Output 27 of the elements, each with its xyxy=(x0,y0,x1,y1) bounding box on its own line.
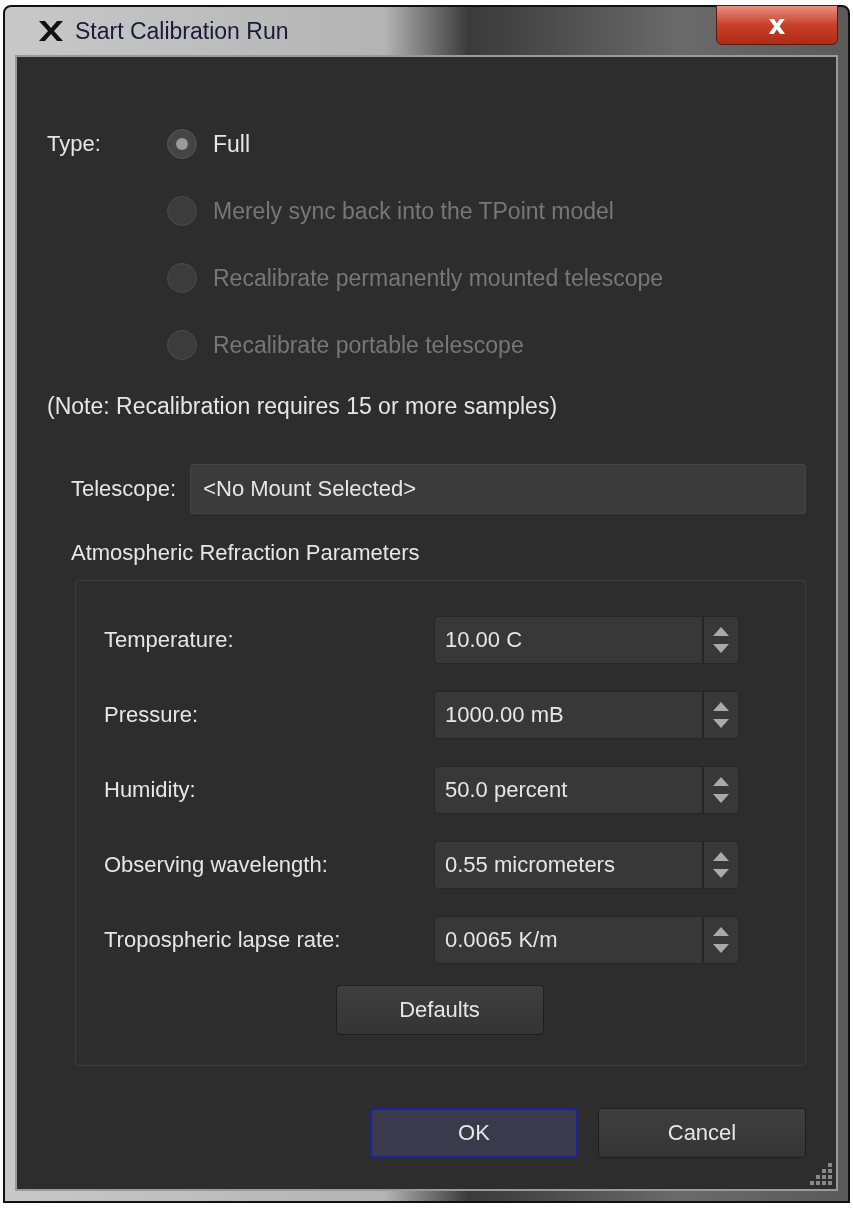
field-label: Humidity: xyxy=(104,777,197,803)
field-label: Pressure: xyxy=(104,702,200,728)
group-title: Atmospheric Refraction Parameters xyxy=(71,540,421,566)
spin-box[interactable]: 1000.00 mB xyxy=(434,691,739,739)
field-label: Temperature: xyxy=(104,627,235,653)
spin-box[interactable]: 0.0065 K/m xyxy=(434,916,739,964)
dialog-button[interactable]: Cancel xyxy=(598,1108,806,1158)
radio-label: Recalibrate permanently mounted telescope xyxy=(213,264,664,292)
telescope-label: Telescope: xyxy=(71,476,177,502)
radio-label: Merely sync back into the TPoint model xyxy=(213,197,614,225)
spin-box[interactable]: 0.55 micrometers xyxy=(434,841,739,889)
radio-button[interactable] xyxy=(167,129,197,159)
radio-label: Recalibrate portable telescope xyxy=(213,331,524,359)
spin-box[interactable]: 50.0 percent xyxy=(434,766,739,814)
field-label: Observing wavelength: xyxy=(104,852,329,878)
x-logo-icon xyxy=(37,20,65,42)
resize-grip-icon[interactable] xyxy=(810,1163,834,1187)
radio-label: Full xyxy=(213,130,251,158)
telescope-field[interactable]: <No Mount Selected> xyxy=(190,464,806,514)
dialog-button[interactable]: OK xyxy=(370,1108,578,1158)
note-text: (Note: Recalibration requires 15 or more samples) xyxy=(47,393,559,420)
spin-box[interactable]: 10.00 C xyxy=(434,616,739,664)
close-button[interactable]: x xyxy=(716,5,838,45)
type-label: Type: xyxy=(47,131,102,157)
field-label: Tropospheric lapse rate: xyxy=(104,927,342,953)
window-title: Start Calibration Run xyxy=(75,17,289,45)
defaults-button[interactable]: Defaults xyxy=(335,985,544,1035)
